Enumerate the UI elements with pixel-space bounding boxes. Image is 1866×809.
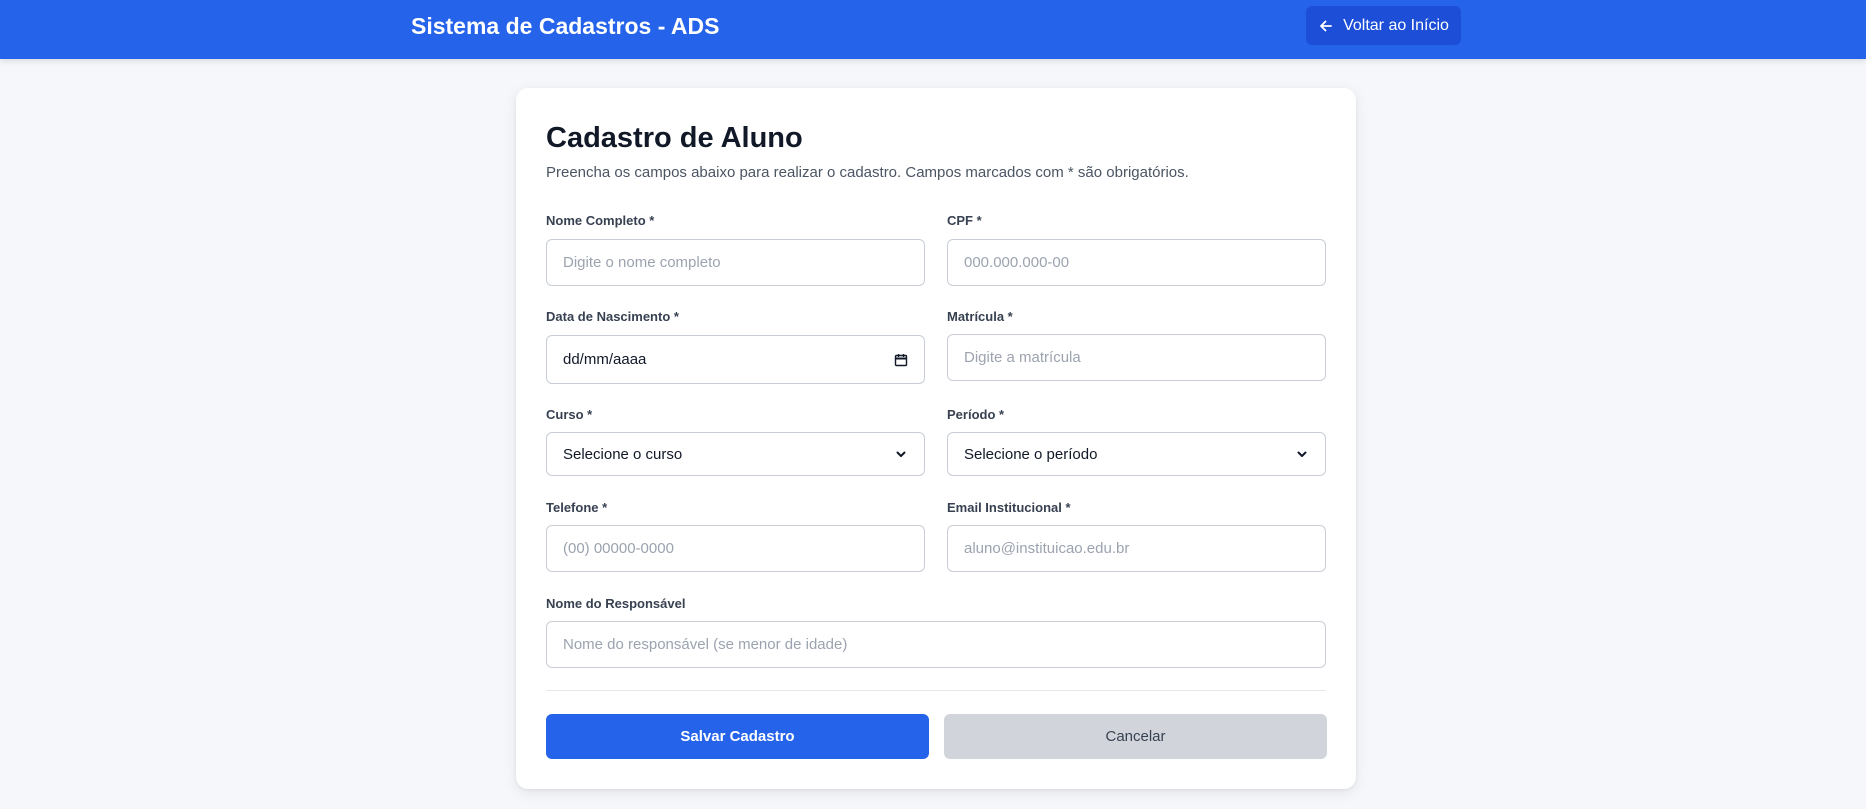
nome-completo-input[interactable] bbox=[546, 239, 925, 286]
form-divider bbox=[546, 690, 1326, 691]
form-title: Cadastro de Aluno bbox=[546, 122, 803, 154]
matricula-input[interactable] bbox=[947, 334, 1326, 381]
data-nascimento-input[interactable]: dd/mm/aaaa bbox=[546, 335, 925, 384]
responsavel-label: Nome do Responsável bbox=[546, 596, 686, 611]
cancel-button[interactable]: Cancelar bbox=[944, 714, 1327, 759]
chevron-down-icon bbox=[1297, 451, 1307, 457]
periodo-selected-value: Selecione o período bbox=[964, 445, 1098, 463]
calendar-icon[interactable] bbox=[894, 353, 908, 367]
cpf-input[interactable] bbox=[947, 239, 1326, 286]
telefone-input[interactable] bbox=[546, 525, 925, 572]
back-to-home-label: Voltar ao Início bbox=[1343, 16, 1449, 34]
periodo-label: Período * bbox=[947, 407, 1005, 422]
date-display: dd/mm/aaaa bbox=[563, 351, 647, 368]
curso-selected-value: Selecione o curso bbox=[563, 445, 683, 463]
curso-select[interactable]: Selecione o curso bbox=[546, 432, 925, 476]
form-subtitle: Preencha os campos abaixo para realizar … bbox=[546, 164, 1189, 181]
periodo-select[interactable]: Selecione o período bbox=[947, 432, 1326, 476]
chevron-down-icon bbox=[896, 451, 906, 457]
nome-label: Nome Completo * bbox=[546, 213, 655, 228]
nome-responsavel-input[interactable] bbox=[546, 621, 1326, 668]
registration-form-card: Cadastro de Aluno Preencha os campos aba… bbox=[516, 88, 1356, 789]
matricula-label: Matrícula * bbox=[947, 309, 1013, 324]
telefone-label: Telefone * bbox=[546, 500, 608, 515]
email-institucional-input[interactable] bbox=[947, 525, 1326, 572]
save-button[interactable]: Salvar Cadastro bbox=[546, 714, 929, 759]
top-navbar: Sistema de Cadastros - ADS Voltar ao Iní… bbox=[0, 0, 1866, 59]
arrow-left-icon bbox=[1320, 20, 1332, 31]
cpf-label: CPF * bbox=[947, 213, 982, 228]
email-label: Email Institucional * bbox=[947, 500, 1071, 515]
app-title: Sistema de Cadastros - ADS bbox=[411, 13, 720, 39]
nascimento-label: Data de Nascimento * bbox=[546, 309, 679, 324]
curso-label: Curso * bbox=[546, 407, 593, 422]
back-to-home-button[interactable]: Voltar ao Início bbox=[1306, 6, 1461, 45]
